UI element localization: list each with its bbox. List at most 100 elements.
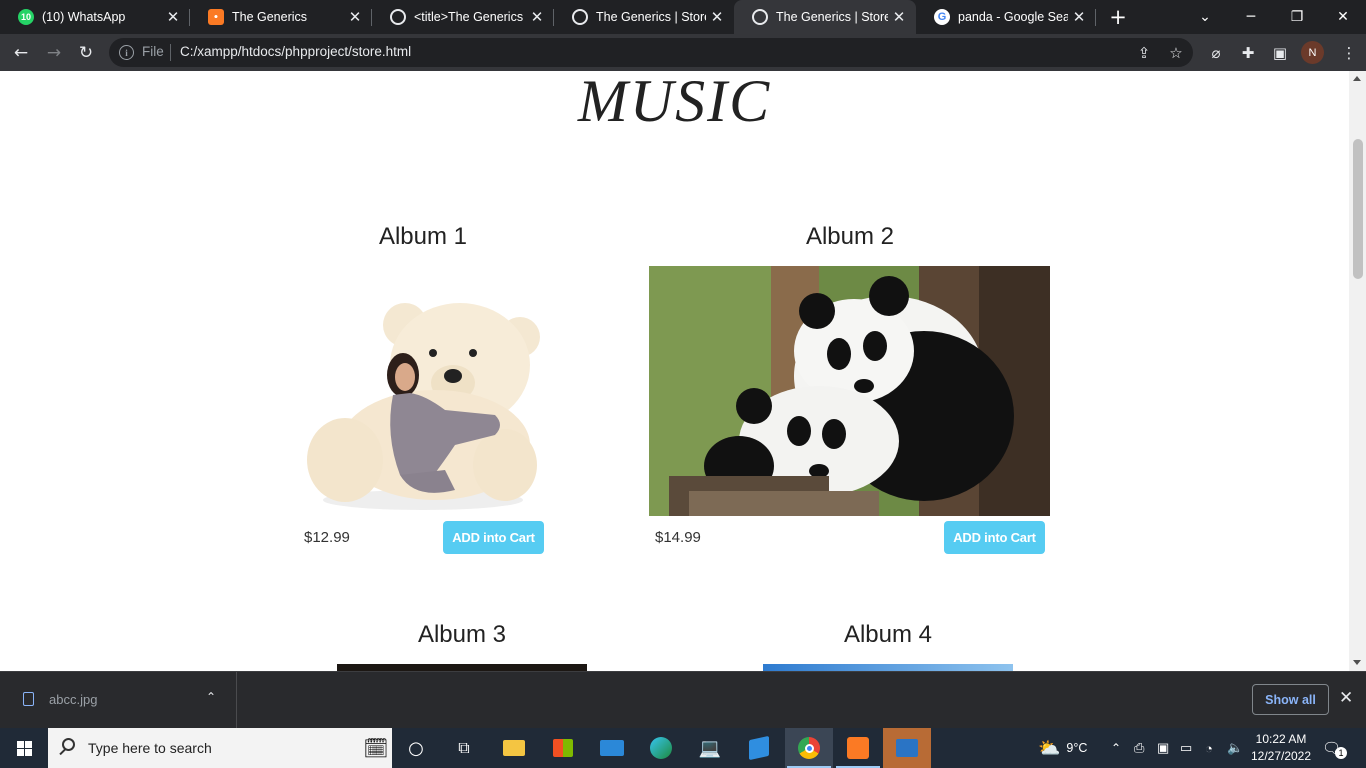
- microsoft-store-icon[interactable]: [539, 728, 587, 768]
- tab-store[interactable]: The Generics | Store ✕: [554, 0, 734, 34]
- close-tab-icon[interactable]: ✕: [344, 8, 366, 26]
- cortana-icon[interactable]: ○: [392, 728, 440, 768]
- taskbar-search-box[interactable]: Type here to search 🗓: [48, 728, 392, 768]
- album-price: $14.99: [655, 529, 701, 546]
- browser-tab-strip: 10 (10) WhatsApp ✕ ꔷ The Generics ✕ <tit…: [0, 0, 1366, 34]
- tab-title: <title>The Generics: [414, 10, 524, 24]
- download-file-name: abcc.jpg: [49, 692, 98, 707]
- screen-icon[interactable]: ▣: [1157, 728, 1169, 768]
- page-scrollbar[interactable]: [1349, 71, 1366, 671]
- minimize-icon[interactable]: ─: [1228, 0, 1274, 34]
- page-viewport: MUSIC Album 1 $12.99 ADD into Cart Album…: [0, 71, 1366, 671]
- album-title: Album 3: [417, 621, 507, 648]
- clock-time: 10:22 AM: [1255, 732, 1307, 746]
- add-to-cart-button[interactable]: ADD into Cart: [443, 521, 544, 554]
- url-text[interactable]: C:/xampp/htdocs/phpproject/store.html: [180, 44, 411, 59]
- scroll-up-arrow-icon[interactable]: [1353, 76, 1361, 81]
- chrome-icon[interactable]: [785, 728, 833, 768]
- globe-icon: [752, 9, 768, 25]
- section-title: MUSIC: [577, 71, 772, 134]
- close-window-icon[interactable]: ✕: [1320, 0, 1366, 34]
- whatsapp-icon: 10: [18, 9, 34, 25]
- tab-title-the-generics[interactable]: <title>The Generics ✕: [372, 0, 554, 34]
- side-panel-icon[interactable]: ▣: [1269, 42, 1291, 64]
- album3-image[interactable]: [337, 664, 587, 671]
- globe-icon: [572, 9, 588, 25]
- album-title: Album 2: [805, 223, 895, 250]
- close-tab-icon[interactable]: ✕: [1068, 8, 1090, 26]
- vscode-icon[interactable]: [735, 728, 783, 768]
- back-icon[interactable]: ←: [7, 39, 35, 67]
- scrollbar-thumb[interactable]: [1353, 139, 1363, 279]
- browser-toolbar: ← → ↻ i File C:/xampp/htdocs/phpproject/…: [0, 34, 1366, 71]
- divider: [170, 44, 171, 61]
- album-title: Album 4: [843, 621, 933, 648]
- panda-image[interactable]: [649, 266, 1050, 516]
- clock-date: 12/27/2022: [1250, 749, 1312, 763]
- xampp-taskbar-icon[interactable]: [834, 728, 882, 768]
- notification-badge: 1: [1335, 747, 1348, 759]
- mail-icon[interactable]: [588, 728, 636, 768]
- tab-title: (10) WhatsApp: [42, 10, 126, 24]
- weather-widget[interactable]: ⛅ 9°C: [1038, 728, 1087, 768]
- file-icon: [23, 692, 34, 706]
- tab-store-active[interactable]: The Generics | Store ✕: [734, 0, 916, 34]
- close-tab-icon[interactable]: ✕: [526, 8, 548, 26]
- weather-temperature: 9°C: [1066, 741, 1088, 755]
- download-shelf: abcc.jpg ⌃ Show all ✕: [0, 671, 1366, 729]
- task-view-icon[interactable]: ⧉: [440, 728, 488, 768]
- start-button[interactable]: [0, 728, 48, 768]
- scheme-label: File: [142, 44, 164, 59]
- tab-title: panda - Google Search: [958, 10, 1068, 24]
- tab-title: The Generics | Store: [596, 10, 706, 24]
- photos-icon[interactable]: [883, 728, 931, 768]
- file-explorer-icon[interactable]: [490, 728, 538, 768]
- google-icon: G: [934, 9, 950, 25]
- tab-title: The Generics | Store: [776, 10, 888, 24]
- extensions-icon[interactable]: ✚: [1237, 42, 1259, 64]
- battery-icon[interactable]: ▭: [1180, 728, 1192, 768]
- reload-icon[interactable]: ↻: [72, 39, 100, 67]
- menu-kebab-icon[interactable]: ⋮: [1338, 42, 1360, 64]
- close-shelf-icon[interactable]: ✕: [1339, 688, 1353, 708]
- taskbar-clock[interactable]: 10:22 AM 12/27/2022: [1248, 731, 1314, 765]
- share-icon[interactable]: ⇪: [1133, 42, 1155, 64]
- meet-now-icon[interactable]: ⎙: [1134, 728, 1144, 768]
- close-tab-icon[interactable]: ✕: [162, 8, 184, 26]
- xampp-icon: ꔷ: [208, 9, 224, 25]
- profile-avatar[interactable]: N: [1301, 41, 1324, 64]
- teddy-bear-image[interactable]: [305, 285, 541, 517]
- add-to-cart-button[interactable]: ADD into Cart: [944, 521, 1045, 554]
- chevron-up-icon[interactable]: ⌃: [206, 690, 216, 704]
- album4-image[interactable]: [763, 664, 1013, 671]
- windows-taskbar: Type here to search 🗓 ○ ⧉ 💻 ⛅ 9°C ⌃ ⎙ ▣ …: [0, 728, 1366, 768]
- bookmark-star-icon[interactable]: ☆: [1165, 42, 1187, 64]
- address-bar[interactable]: i File C:/xampp/htdocs/phpproject/store.…: [109, 38, 1193, 67]
- weather-cloud-icon: ⛅: [1038, 737, 1061, 758]
- notification-center-icon[interactable]: 🗨 1: [1322, 728, 1348, 768]
- album-price: $12.99: [304, 529, 350, 546]
- search-icon: [62, 738, 75, 751]
- close-tab-icon[interactable]: ✕: [888, 8, 910, 26]
- tab-whatsapp[interactable]: 10 (10) WhatsApp ✕: [0, 0, 190, 34]
- tab-the-generics[interactable]: ꔷ The Generics ✕: [190, 0, 372, 34]
- new-tab-button[interactable]: +: [1106, 6, 1130, 28]
- restore-icon[interactable]: ❐: [1274, 0, 1320, 34]
- close-tab-icon[interactable]: ✕: [706, 8, 728, 26]
- search-placeholder: Type here to search: [88, 740, 212, 756]
- album-title: Album 1: [378, 223, 468, 250]
- translate-icon[interactable]: ⌀: [1205, 42, 1227, 64]
- wifi-icon[interactable]: ◔: [1205, 728, 1213, 768]
- tab-google-search[interactable]: G panda - Google Search ✕: [916, 0, 1096, 34]
- download-item[interactable]: abcc.jpg ⌃: [0, 672, 237, 729]
- show-hidden-icons-icon[interactable]: ⌃: [1111, 728, 1121, 768]
- tab-search-icon[interactable]: ⌄: [1182, 0, 1228, 34]
- scroll-down-arrow-icon[interactable]: [1353, 660, 1361, 665]
- info-icon[interactable]: i: [119, 45, 134, 60]
- tab-title: The Generics: [232, 10, 308, 24]
- forward-icon[interactable]: →: [40, 39, 68, 67]
- remote-desktop-icon[interactable]: 💻: [686, 728, 734, 768]
- edge-icon[interactable]: [637, 728, 685, 768]
- show-all-button[interactable]: Show all: [1252, 684, 1329, 715]
- volume-muted-icon[interactable]: 🔈: [1227, 728, 1243, 768]
